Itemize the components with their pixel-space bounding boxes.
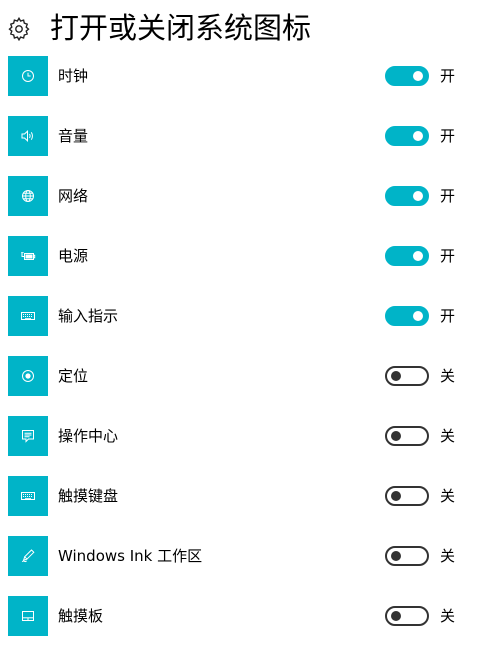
gear-icon [7,16,31,42]
item-label: 音量 [58,127,89,145]
toggle-state-label: 开 [440,307,456,325]
globe-icon [8,176,48,216]
list-item-volume: 音量 开 [0,116,491,176]
item-label: 操作中心 [58,427,119,445]
item-label: 电源 [58,247,89,265]
toggle-knob [391,491,401,501]
list-item-windows-ink: Windows Ink 工作区 关 [0,536,491,596]
input-indicator-toggle[interactable] [385,306,429,326]
windows-ink-toggle[interactable] [385,546,429,566]
clock-icon [8,56,48,96]
toggle-knob [413,131,423,141]
toggle-state-label: 关 [440,367,456,385]
item-label: Windows Ink 工作区 [58,547,203,565]
list-item-power: 电源 开 [0,236,491,296]
list-item-clock: 时钟 开 [0,56,491,116]
list-item-touch-keyboard: 触摸键盘 关 [0,476,491,536]
item-label: 触摸键盘 [58,487,119,505]
action-center-icon [8,416,48,456]
power-toggle[interactable] [385,246,429,266]
toggle-knob [391,611,401,621]
pen-icon [8,536,48,576]
toggle-state-label: 开 [440,187,456,205]
item-label: 网络 [58,187,89,205]
action-center-toggle[interactable] [385,426,429,446]
touch-keyboard-toggle[interactable] [385,486,429,506]
page-title: 打开或关闭系统图标 [50,11,312,45]
toggle-knob [413,191,423,201]
toggle-state-label: 开 [440,127,456,145]
location-icon [8,356,48,396]
toggle-state-label: 关 [440,607,456,625]
toggle-knob [413,71,423,81]
volume-toggle[interactable] [385,126,429,146]
item-label: 输入指示 [58,307,119,325]
network-toggle[interactable] [385,186,429,206]
toggle-state-label: 开 [440,247,456,265]
item-label: 时钟 [58,67,89,85]
toggle-state-label: 关 [440,547,456,565]
battery-icon [8,236,48,276]
list-item-touchpad: 触摸板 关 [0,596,491,656]
page-header: 打开或关闭系统图标 [0,0,491,56]
toggle-state-label: 关 [440,427,456,445]
touchpad-icon [8,596,48,636]
item-label: 触摸板 [58,607,104,625]
clock-toggle[interactable] [385,66,429,86]
toggle-state-label: 开 [440,67,456,85]
toggle-knob [391,551,401,561]
touchpad-toggle[interactable] [385,606,429,626]
volume-icon [8,116,48,156]
keyboard-icon [8,476,48,516]
list-item-location: 定位 关 [0,356,491,416]
keyboard-icon [8,296,48,336]
list-item-input-indicator: 输入指示 开 [0,296,491,356]
toggle-knob [413,251,423,261]
toggle-knob [391,371,401,381]
location-toggle[interactable] [385,366,429,386]
toggle-knob [413,311,423,321]
toggle-knob [391,431,401,441]
item-label: 定位 [58,367,89,385]
system-icons-list: 时钟 开 音量 开 网络 开 电源 开 输入指示 开 定位 关 操作中心 关 触… [0,56,491,656]
list-item-network: 网络 开 [0,176,491,236]
toggle-state-label: 关 [440,487,456,505]
list-item-action-center: 操作中心 关 [0,416,491,476]
